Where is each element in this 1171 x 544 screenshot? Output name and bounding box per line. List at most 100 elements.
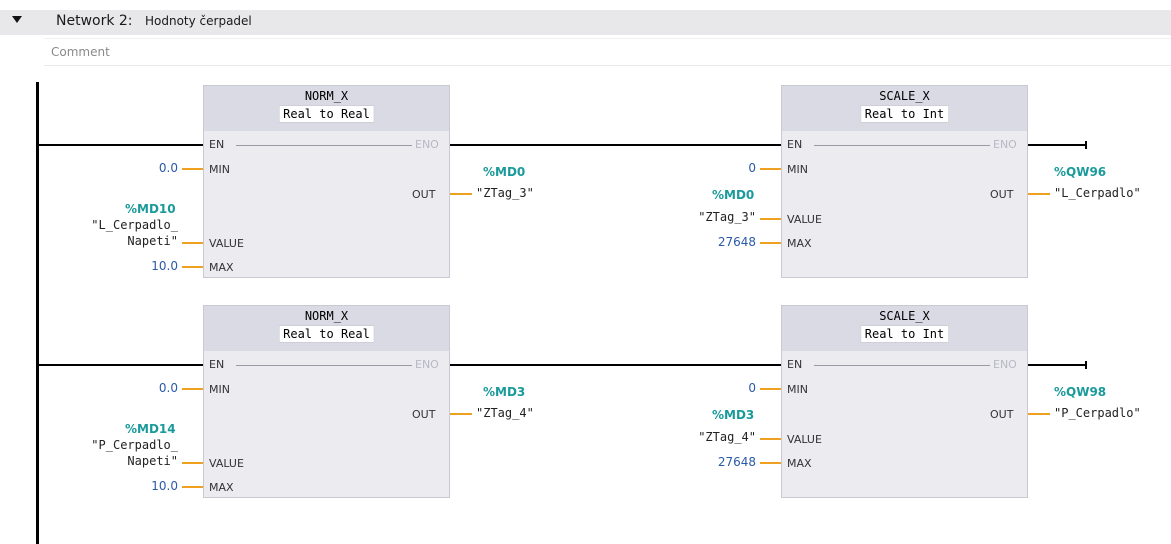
value-address[interactable]: %MD14	[125, 422, 176, 436]
max-value[interactable]: 27648	[690, 455, 756, 469]
out-tag[interactable]: "P_Cerpadlo"	[1054, 406, 1141, 420]
type-to-word: to	[319, 327, 334, 341]
pin-value: VALUE	[209, 457, 244, 470]
type-from[interactable]: Real	[865, 107, 894, 121]
type-to[interactable]: Real	[341, 107, 370, 121]
value-tag-line2[interactable]: Napeti"	[60, 234, 178, 248]
network-comment-field[interactable]: Comment	[44, 38, 1171, 66]
out-tag[interactable]: "ZTag_4"	[476, 406, 534, 420]
out-connector	[1028, 413, 1050, 415]
max-connector	[760, 462, 781, 464]
value-connector	[760, 218, 781, 220]
left-power-rail	[36, 82, 39, 544]
en-eno-line	[236, 145, 412, 146]
pin-max: MAX	[787, 237, 812, 250]
collapse-arrow-icon[interactable]	[12, 16, 22, 23]
type-selector[interactable]: Real to Real	[278, 105, 375, 123]
out-address[interactable]: %QW98	[1054, 385, 1106, 399]
max-connector	[182, 486, 203, 488]
block-header: NORM_X Real to Real	[204, 306, 449, 351]
pin-value: VALUE	[787, 433, 822, 446]
en-eno-line	[814, 145, 990, 146]
pin-out: OUT	[990, 408, 1014, 421]
value-connector	[760, 438, 781, 440]
min-connector	[182, 168, 203, 170]
out-address[interactable]: %MD3	[483, 385, 525, 399]
rung1-wire-right	[1027, 144, 1086, 146]
pin-min: MIN	[209, 383, 230, 396]
min-connector	[760, 168, 781, 170]
value-connector	[182, 462, 203, 464]
type-selector[interactable]: Real to Int	[859, 105, 950, 123]
type-to[interactable]: Real	[341, 327, 370, 341]
block-name: NORM_X	[304, 89, 349, 103]
max-value[interactable]: 10.0	[120, 259, 178, 273]
rung2-wire-middle	[449, 364, 781, 366]
out-connector	[450, 413, 472, 415]
min-value[interactable]: 0	[700, 161, 756, 175]
pin-out: OUT	[412, 408, 436, 421]
pin-out: OUT	[990, 188, 1014, 201]
out-connector	[1028, 193, 1050, 195]
type-selector[interactable]: Real to Int	[859, 325, 950, 343]
value-address[interactable]: %MD0	[712, 188, 754, 202]
out-address[interactable]: %QW96	[1054, 165, 1106, 179]
rung2-wire-left	[39, 364, 203, 366]
value-tag-line1[interactable]: "L_Cerpadlo_	[60, 218, 178, 232]
type-selector[interactable]: Real to Real	[278, 325, 375, 343]
type-from[interactable]: Real	[283, 107, 312, 121]
max-value[interactable]: 27648	[690, 235, 756, 249]
norm-x-block[interactable]: NORM_X Real to Real EN ENO MIN OUT VALUE…	[203, 85, 450, 278]
network-description[interactable]: Hodnoty čerpadel	[145, 14, 252, 28]
pin-min: MIN	[209, 163, 230, 176]
min-connector	[182, 388, 203, 390]
value-tag[interactable]: "ZTag_4"	[660, 430, 756, 444]
value-tag[interactable]: "ZTag_3"	[660, 210, 756, 224]
block-name: SCALE_X	[879, 309, 930, 323]
pin-en: EN	[787, 138, 803, 151]
value-tag-line2[interactable]: Napeti"	[60, 454, 178, 468]
pin-min: MIN	[787, 383, 808, 396]
scale-x-block[interactable]: SCALE_X Real to Int EN ENO MIN OUT VALUE…	[781, 305, 1028, 498]
rung1-wire-middle	[449, 144, 781, 146]
max-value[interactable]: 10.0	[120, 479, 178, 493]
type-to[interactable]: Int	[923, 327, 945, 341]
out-tag[interactable]: "L_Cerpadlo"	[1054, 186, 1141, 200]
pin-en: EN	[209, 358, 225, 371]
pin-value: VALUE	[209, 237, 244, 250]
rung1-wire-end	[1085, 141, 1087, 149]
out-tag[interactable]: "ZTag_3"	[476, 186, 534, 200]
network-header[interactable]: Network 2: Hodnoty čerpadel	[0, 10, 1171, 35]
pin-value: VALUE	[787, 213, 822, 226]
rung2-wire-right	[1027, 364, 1086, 366]
pin-eno: ENO	[993, 138, 1017, 151]
value-address[interactable]: %MD3	[712, 408, 754, 422]
type-from[interactable]: Real	[865, 327, 894, 341]
comment-placeholder: Comment	[51, 45, 110, 59]
min-value[interactable]: 0.0	[120, 381, 178, 395]
value-address[interactable]: %MD10	[125, 202, 176, 216]
type-from[interactable]: Real	[283, 327, 312, 341]
pin-min: MIN	[787, 163, 808, 176]
pin-eno: ENO	[415, 358, 439, 371]
type-to[interactable]: Int	[923, 107, 945, 121]
network-title: Network 2:	[56, 13, 133, 29]
pin-out: OUT	[412, 188, 436, 201]
min-value[interactable]: 0.0	[120, 161, 178, 175]
rung1-wire-left	[39, 144, 203, 146]
block-header: SCALE_X Real to Int	[782, 86, 1027, 131]
min-value[interactable]: 0	[700, 381, 756, 395]
pin-max: MAX	[787, 457, 812, 470]
pin-max: MAX	[209, 261, 234, 274]
norm-x-block[interactable]: NORM_X Real to Real EN ENO MIN OUT VALUE…	[203, 305, 450, 498]
en-eno-line	[236, 365, 412, 366]
out-address[interactable]: %MD0	[483, 165, 525, 179]
scale-x-block[interactable]: SCALE_X Real to Int EN ENO MIN OUT VALUE…	[781, 85, 1028, 278]
min-connector	[760, 388, 781, 390]
block-header: NORM_X Real to Real	[204, 86, 449, 131]
pin-eno: ENO	[993, 358, 1017, 371]
type-to-word: to	[900, 107, 916, 121]
value-connector	[182, 242, 203, 244]
type-to-word: to	[900, 327, 916, 341]
value-tag-line1[interactable]: "P_Cerpadlo_	[60, 438, 178, 452]
